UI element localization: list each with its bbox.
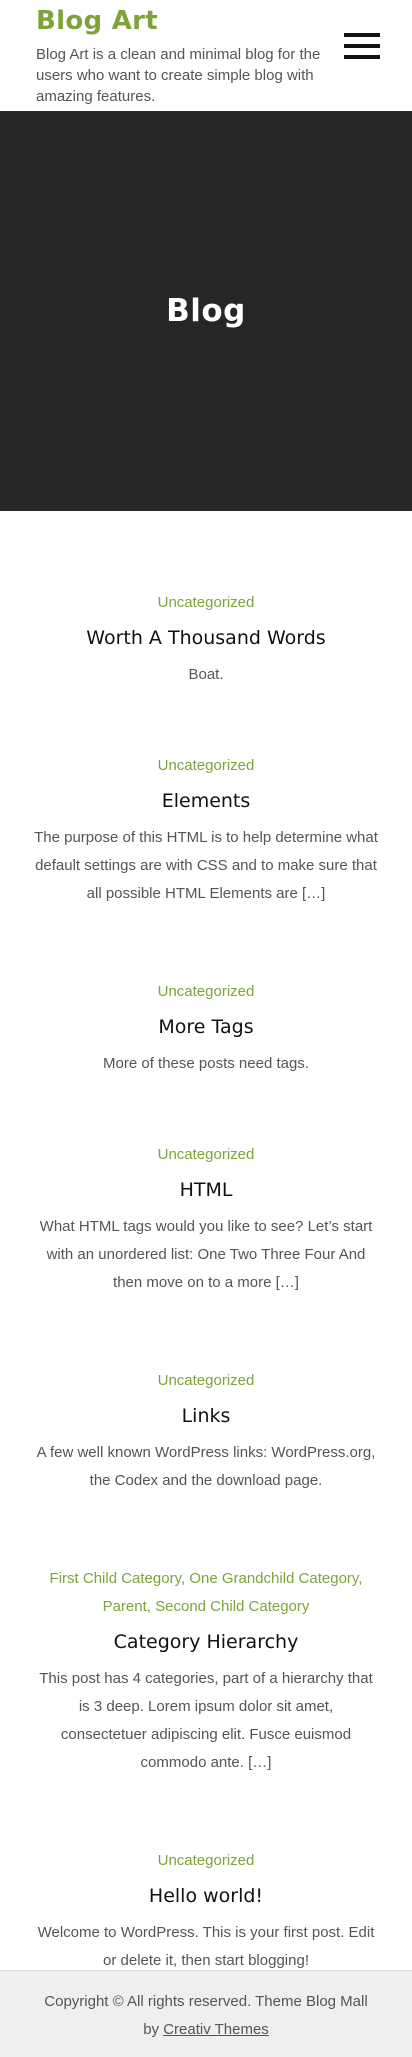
footer-by: by xyxy=(143,2021,160,2038)
post-item: Uncategorized HTML What HTML tags would yo… xyxy=(0,1141,412,1297)
post-excerpt: A few well known WordPress links: WordPr… xyxy=(36,1444,376,1489)
footer-copyright: Copyright © All rights reserved. Theme B… xyxy=(44,1993,368,2010)
post-excerpt: What HTML tags would you like to see? Le… xyxy=(39,1218,373,1291)
post-title[interactable]: Worth A Thousand Words xyxy=(34,623,378,653)
post-item: Uncategorized More Tags More of these post… xyxy=(0,978,412,1078)
post-categories: Uncategorized xyxy=(34,589,378,617)
post-item: Uncategorized Links A few well known WordP… xyxy=(0,1367,412,1495)
page-banner: Blog xyxy=(0,111,412,511)
post-categories: Uncategorized xyxy=(34,978,378,1006)
hamburger-menu-icon[interactable] xyxy=(344,33,380,60)
post-title[interactable]: Category Hierarchy xyxy=(34,1627,378,1657)
post-excerpt: Boat. xyxy=(188,666,224,683)
post-categories: Uncategorized xyxy=(34,1847,378,1875)
post-title[interactable]: Links xyxy=(34,1401,378,1431)
category-link[interactable]: Second Child Category xyxy=(155,1598,309,1615)
post-categories: Uncategorized xyxy=(34,1141,378,1169)
category-link[interactable]: Uncategorized xyxy=(158,757,255,774)
post-title[interactable]: More Tags xyxy=(34,1012,378,1042)
post-excerpt: The purpose of this HTML is to help dete… xyxy=(34,829,378,902)
post-excerpt: More of these posts need tags. xyxy=(103,1055,309,1072)
category-link[interactable]: Uncategorized xyxy=(158,594,255,611)
post-item: First Child Category, One Grandchild Cat… xyxy=(0,1565,412,1777)
site-footer: Copyright © All rights reserved. Theme B… xyxy=(0,1970,412,2057)
post-categories: Uncategorized xyxy=(34,1367,378,1395)
post-title[interactable]: HTML xyxy=(34,1175,378,1205)
post-categories: Uncategorized xyxy=(34,752,378,780)
category-link[interactable]: Uncategorized xyxy=(158,1372,255,1389)
footer-credit: by Creativ Themes xyxy=(0,2016,412,2044)
post-excerpt: Welcome to WordPress. This is your first… xyxy=(37,1924,375,1969)
menu-bar xyxy=(344,33,380,37)
post-item: Uncategorized Worth A Thousand Words Boat. xyxy=(0,589,412,689)
post-list: Uncategorized Worth A Thousand Words Boat.… xyxy=(0,511,412,1975)
post-item: Uncategorized Hello world! Welcome to Word… xyxy=(0,1847,412,1975)
category-link[interactable]: One Grandchild Category xyxy=(189,1570,358,1587)
footer-author-link[interactable]: Creativ Themes xyxy=(163,2021,269,2038)
category-link[interactable]: Uncategorized xyxy=(158,1852,255,1869)
category-link[interactable]: Parent xyxy=(103,1598,147,1615)
category-link[interactable]: Uncategorized xyxy=(158,1146,255,1163)
post-categories: First Child Category, One Grandchild Cat… xyxy=(49,1570,363,1615)
post-item: Uncategorized Elements The purpose of this… xyxy=(0,752,412,908)
post-title[interactable]: Elements xyxy=(34,786,378,816)
site-header: Blog Art Blog Art is a clean and minimal… xyxy=(0,0,412,111)
site-title[interactable]: Blog Art xyxy=(36,6,376,36)
category-link[interactable]: Uncategorized xyxy=(158,983,255,1000)
category-link[interactable]: First Child Category xyxy=(50,1570,181,1587)
post-excerpt: This post has 4 categories, part of a hi… xyxy=(39,1670,373,1771)
menu-bar xyxy=(344,44,380,48)
post-title[interactable]: Hello world! xyxy=(34,1881,378,1911)
menu-bar xyxy=(344,55,380,59)
page-title: Blog xyxy=(166,293,246,329)
site-tagline: Blog Art is a clean and minimal blog for… xyxy=(36,46,321,105)
